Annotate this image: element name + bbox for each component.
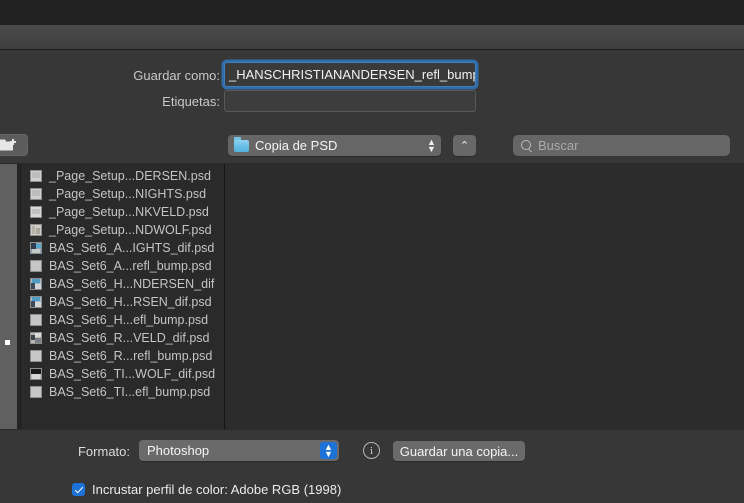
file-thumbnail-icon [30,260,42,272]
file-list-item[interactable]: BAS_Set6_TI...efl_bump.psd [22,383,224,401]
file-name-label: _Page_Setup...NIGHTS.psd [49,187,207,201]
file-list-item[interactable]: BAS_Set6_H...RSEN_dif.psd [22,293,224,311]
file-thumbnail-icon [30,368,42,380]
file-thumbnail-icon [30,242,42,254]
file-name-label: _Page_Setup...NDWOLF.psd [49,223,212,237]
file-name-label: BAS_Set6_H...RSEN_dif.psd [49,295,212,309]
save-as-value: _HANSCHRISTIANANDERSEN_refl_bump [229,67,476,82]
search-icon [521,140,532,151]
file-thumbnail-icon [30,386,42,398]
file-list-item[interactable]: BAS_Set6_A...IGHTS_dif.psd [22,239,224,257]
embed-profile-checkbox-row[interactable]: Incrustar perfil de color: Adobe RGB (19… [72,482,341,497]
file-list-item[interactable]: BAS_Set6_TI...WOLF_dif.psd [22,365,224,383]
file-list-item[interactable]: _Page_Setup...NIGHTS.psd [22,185,224,203]
save-form-area: Guardar como: _HANSCHRISTIANANDERSEN_ref… [0,50,744,131]
file-name-label: BAS_Set6_A...IGHTS_dif.psd [49,241,215,255]
file-name-label: BAS_Set6_R...VELD_dif.psd [49,331,210,345]
file-list-column[interactable]: _Page_Setup...DERSEN.psd _Page_Setup...NI… [22,164,225,429]
file-thumbnail-icon [30,170,42,182]
save-sheet: Guardar como: _HANSCHRISTIANANDERSEN_ref… [0,25,744,503]
folder-icon [234,137,249,152]
sheet-titlebar [0,26,744,50]
file-thumbnail-icon [30,314,42,326]
file-name-label: BAS_Set6_R...refl_bump.psd [49,349,213,363]
file-list-item[interactable]: BAS_Set6_R...refl_bump.psd [22,347,224,365]
info-glyph: i [369,444,374,457]
embed-profile-label: Incrustar perfil de color: Adobe RGB (19… [92,482,342,497]
file-thumbnail-icon [30,350,42,362]
tags-input[interactable] [224,90,476,112]
file-name-label: BAS_Set6_H...NDERSEN_dif [49,277,215,291]
format-label: Formato: [77,444,130,459]
options-panel: Formato: Photoshop ▲ ▼ i Guardar una copi… [0,429,744,503]
file-thumbnail-icon [30,278,42,290]
format-value: Photoshop [147,443,210,458]
new-folder-button[interactable] [0,134,28,156]
search-placeholder: Buscar [538,138,579,153]
file-name-label: BAS_Set6_H...efl_bump.psd [49,313,209,327]
updown-chevrons-icon: ▲ ▼ [427,136,436,154]
file-name-label: BAS_Set6_TI...efl_bump.psd [49,385,211,399]
sidebar-marker [5,340,10,345]
save-dialog-window: Guardar como: _HANSCHRISTIANANDERSEN_ref… [0,0,744,503]
new-folder-icon [0,139,16,151]
file-list-item[interactable]: BAS_Set6_H...NDERSEN_dif [22,275,224,293]
format-popup-button[interactable]: Photoshop ▲ ▼ [139,440,339,461]
save-as-label: Guardar como: [133,68,220,83]
file-name-label: BAS_Set6_TI...WOLF_dif.psd [49,367,216,381]
search-input[interactable]: Buscar [513,135,730,156]
go-up-button[interactable]: ⌃ [453,135,476,156]
save-copy-button[interactable]: Guardar una copia... [393,441,525,461]
window-top-strip [0,0,744,25]
file-thumbnail-icon [30,296,42,308]
file-thumbnail-icon [30,224,42,236]
info-icon[interactable]: i [363,442,380,459]
file-name-label: _Page_Setup...NKVELD.psd [49,205,209,219]
file-list-item[interactable]: _Page_Setup...NDWOLF.psd [22,221,224,239]
file-thumbnail-icon [30,332,42,344]
file-list-item[interactable]: BAS_Set6_R...VELD_dif.psd [22,329,224,347]
file-list-item[interactable]: _Page_Setup...DERSEN.psd [22,167,224,185]
sidebar-strip[interactable] [0,164,17,429]
location-label: Copia de PSD [255,138,338,153]
file-browser: _Page_Setup...DERSEN.psd _Page_Setup...NI… [0,164,744,429]
browser-toolbar: Copia de PSD ▲ ▼ ⌃ Buscar [0,131,744,164]
file-name-label: BAS_Set6_A...refl_bump.psd [49,259,212,273]
tags-label: Etiquetas: [162,94,220,109]
chevron-up-icon: ⌃ [459,140,470,152]
file-name-label: _Page_Setup...DERSEN.psd [49,169,211,183]
embed-profile-checkbox[interactable] [72,483,85,496]
file-list-item[interactable]: BAS_Set6_H...efl_bump.psd [22,311,224,329]
preview-column [226,164,744,429]
file-list-item[interactable]: _Page_Setup...NKVELD.psd [22,203,224,221]
save-copy-label: Guardar una copia... [399,443,519,459]
save-as-input[interactable]: _HANSCHRISTIANANDERSEN_refl_bump [224,62,476,87]
format-updown-icon: ▲ ▼ [320,442,337,459]
file-thumbnail-icon [30,206,42,218]
file-list-item[interactable]: BAS_Set6_A...refl_bump.psd [22,257,224,275]
location-popup-button[interactable]: Copia de PSD ▲ ▼ [228,135,441,156]
file-thumbnail-icon [30,188,42,200]
